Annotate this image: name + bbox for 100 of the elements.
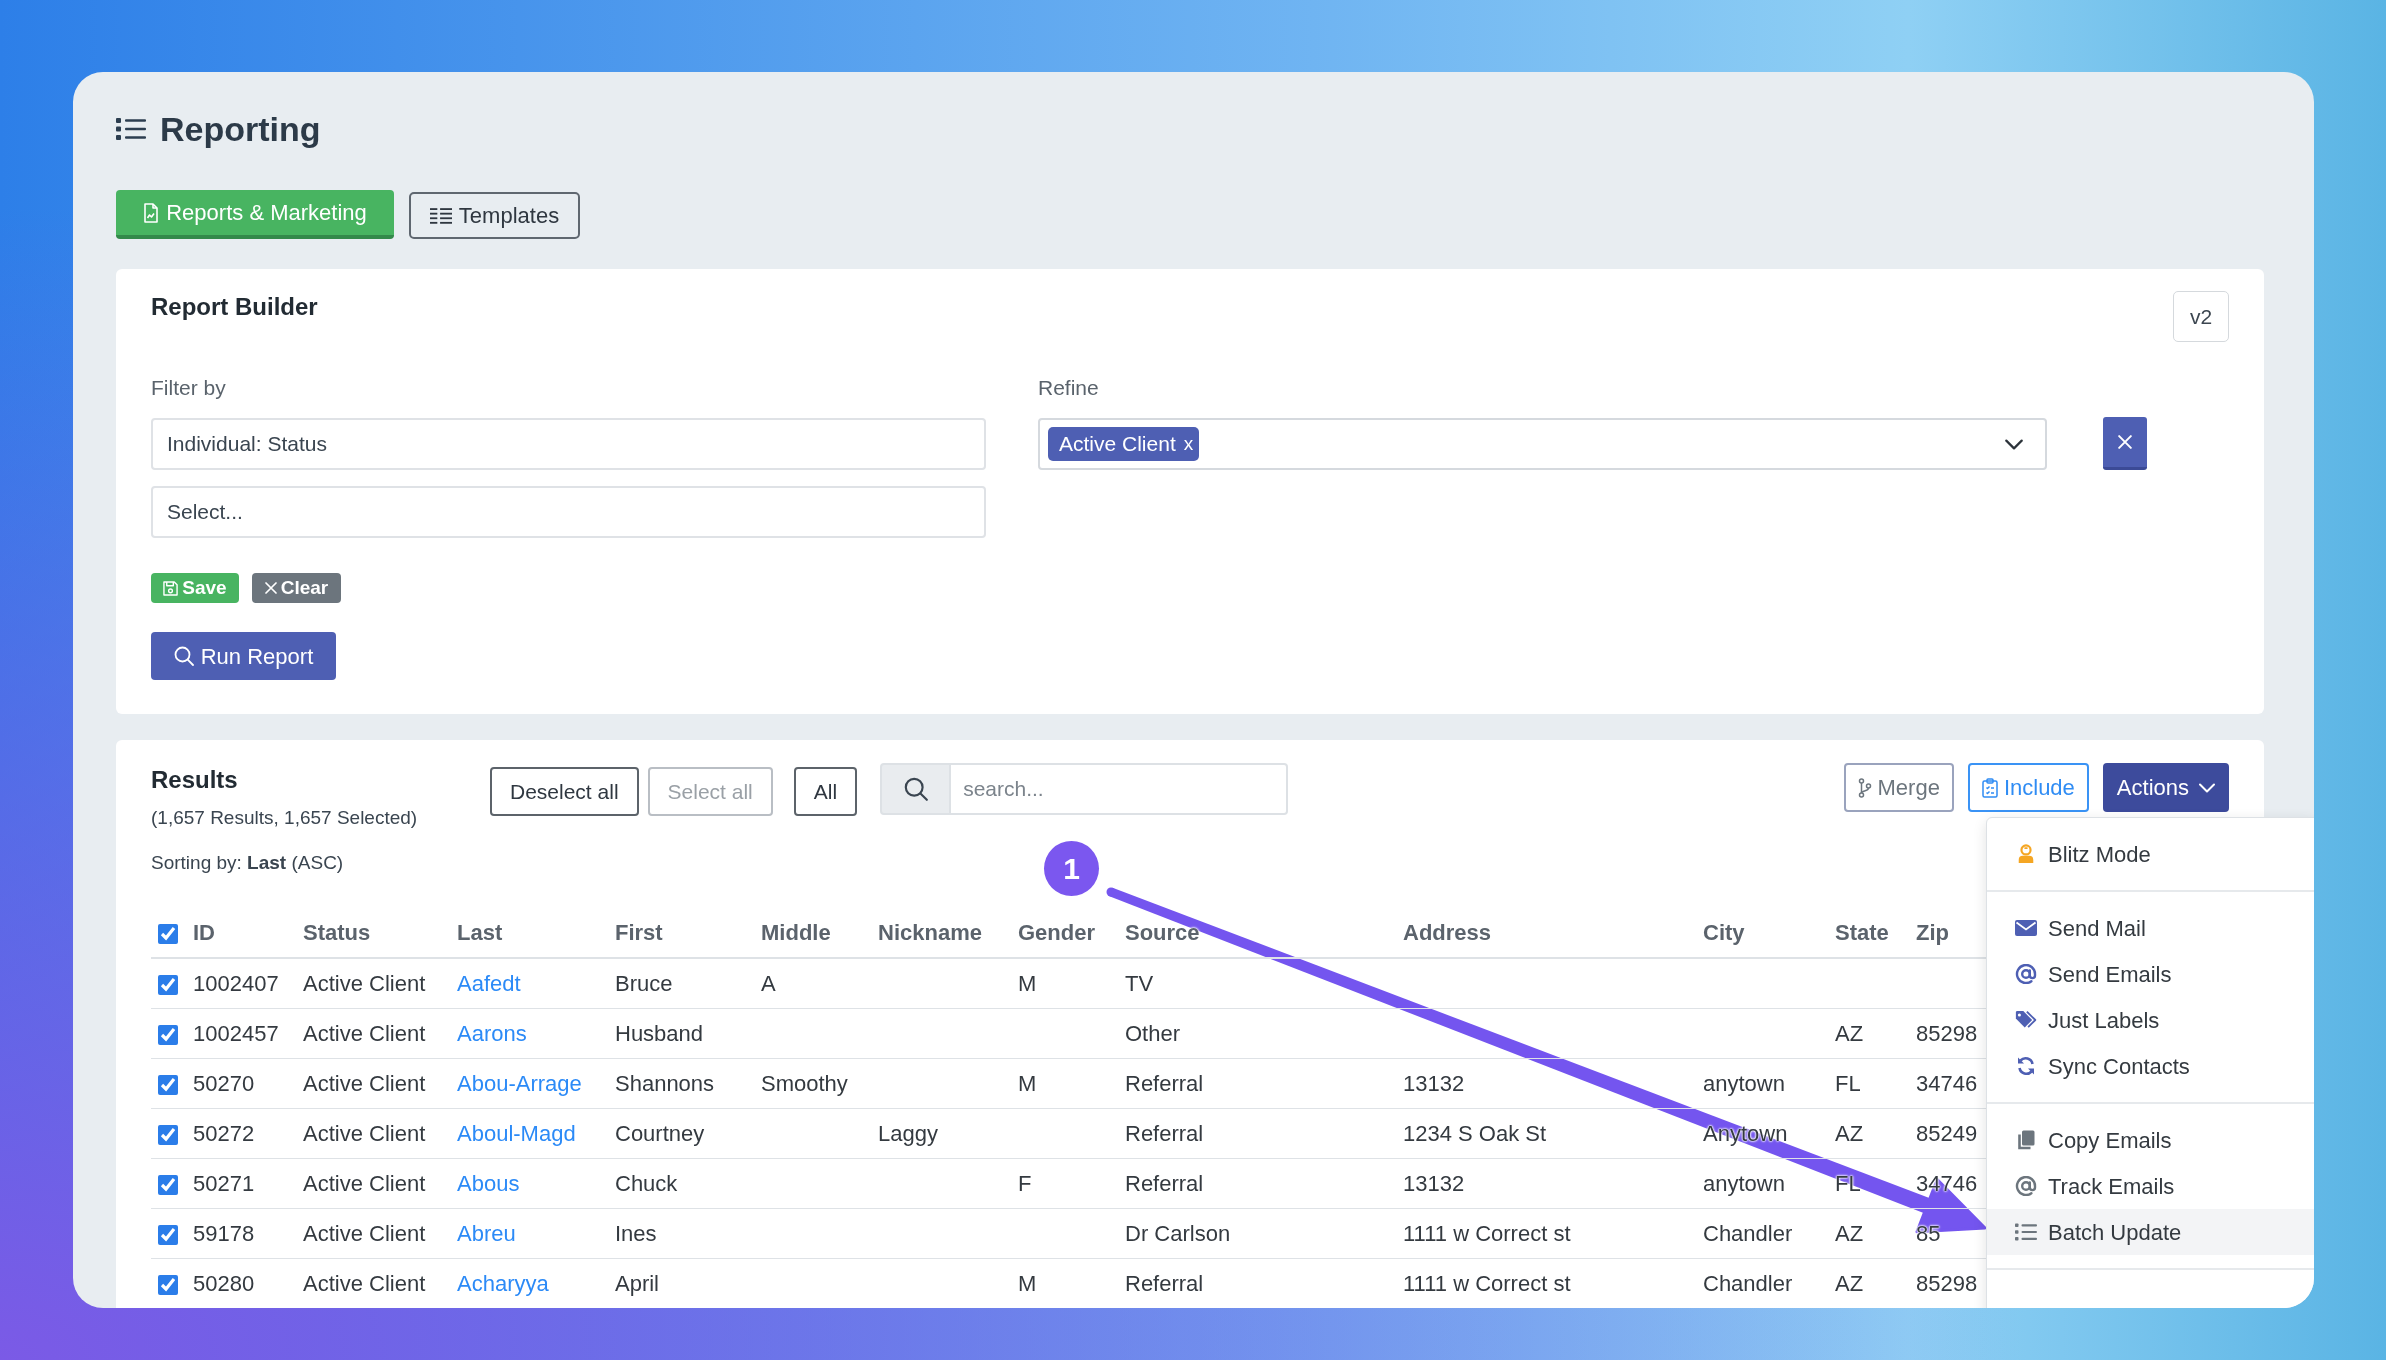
table-cell: Active Client xyxy=(297,1058,451,1108)
menu-item[interactable]: Send Mail xyxy=(1987,905,2314,951)
menu-item[interactable]: Track Emails xyxy=(1987,1163,2314,1209)
table-cell: Active Client xyxy=(297,1208,451,1258)
table-cell: AZ xyxy=(1829,1108,1910,1158)
row-checkbox[interactable] xyxy=(158,1174,178,1195)
table-cell: Active Client xyxy=(297,1158,451,1208)
table-cell: 1002407 xyxy=(187,958,297,1008)
tab[interactable]: Templates xyxy=(409,192,580,239)
column-header: Middle xyxy=(755,908,872,958)
table-cell: Dr Carlson xyxy=(1119,1208,1397,1258)
table-cell: Bruce xyxy=(609,958,755,1008)
column-header: State xyxy=(1829,908,1910,958)
table-cell: 50280 xyxy=(187,1258,297,1308)
name-link[interactable]: Abous xyxy=(457,1170,520,1196)
name-link[interactable]: Aafedt xyxy=(457,970,521,996)
table-cell: Ines xyxy=(609,1208,755,1258)
table-cell: Chandler xyxy=(1697,1208,1829,1258)
page-title: Reporting xyxy=(160,109,321,149)
columns-icon xyxy=(429,207,452,224)
version-button[interactable]: v2 xyxy=(2173,291,2229,342)
chevron-down-icon xyxy=(2199,782,2215,793)
table-cell: M xyxy=(1012,958,1119,1008)
table-cell: Active Client xyxy=(297,1108,451,1158)
table-cell: Active Client xyxy=(297,1008,451,1058)
run-report-button[interactable]: Run Report xyxy=(151,632,336,680)
name-link[interactable]: Acharyya xyxy=(457,1270,549,1296)
select-all-checkbox[interactable] xyxy=(158,924,178,945)
branch-icon xyxy=(1857,777,1872,798)
clear-button[interactable]: Clear xyxy=(252,573,341,603)
refine-select[interactable]: Active Client x xyxy=(1038,418,2047,470)
menu-item[interactable]: Batch Update xyxy=(1987,1209,2314,1255)
column-header: Address xyxy=(1397,908,1697,958)
table-cell: 13132 xyxy=(1397,1158,1697,1208)
table-cell: Laggy xyxy=(872,1108,1012,1158)
menu-item[interactable]: Blitz Mode xyxy=(1987,831,2314,877)
table-cell: Referral xyxy=(1119,1258,1397,1308)
table-cell: Other xyxy=(1119,1008,1397,1058)
tag-remove-button[interactable]: x xyxy=(1183,429,1194,459)
save-icon xyxy=(163,580,179,596)
column-header: Nickname xyxy=(872,908,1012,958)
name-link[interactable]: Aarons xyxy=(457,1020,527,1046)
table-cell: Referral xyxy=(1119,1058,1397,1108)
row-checkbox[interactable] xyxy=(158,1024,178,1045)
table-cell: FL xyxy=(1829,1158,1910,1208)
column-header: Source xyxy=(1119,908,1397,958)
table-cell: 85249 xyxy=(1910,1108,1986,1158)
row-checkbox[interactable] xyxy=(158,1074,178,1095)
close-icon xyxy=(264,582,277,594)
row-checkbox[interactable] xyxy=(158,1274,178,1295)
table-cell: 50272 xyxy=(187,1108,297,1158)
close-icon xyxy=(2118,435,2132,449)
name-link[interactable]: Abreu xyxy=(457,1220,516,1246)
select-button[interactable]: Deselect all xyxy=(490,767,639,816)
merge-button[interactable]: Merge xyxy=(1843,763,1954,812)
table-cell: Shannons xyxy=(609,1058,755,1108)
table-cell: 1234 S Oak St xyxy=(1397,1108,1697,1158)
table-cell: Courtney xyxy=(609,1108,755,1158)
table-cell: A xyxy=(755,958,872,1008)
row-checkbox[interactable] xyxy=(158,1124,178,1145)
column-header: Zip xyxy=(1910,908,1986,958)
include-button[interactable]: Include xyxy=(1967,763,2089,812)
search-icon xyxy=(903,777,928,801)
table-cell: Referral xyxy=(1119,1158,1397,1208)
column-header: First xyxy=(609,908,755,958)
menu-item[interactable]: Just Labels xyxy=(1987,997,2314,1043)
table-cell: anytown xyxy=(1697,1058,1829,1108)
section-title: Report Builder xyxy=(151,292,318,322)
table-cell: AZ xyxy=(1829,1208,1910,1258)
row-checkbox[interactable] xyxy=(158,974,178,995)
table-cell: 1111 w Correct st xyxy=(1397,1258,1697,1308)
table-cell: Husband xyxy=(609,1008,755,1058)
table-cell: M xyxy=(1012,1258,1119,1308)
column-header: Status xyxy=(297,908,451,958)
table-cell: Chuck xyxy=(609,1158,755,1208)
search-icon xyxy=(173,646,194,666)
tag-label: Active Client xyxy=(1059,431,1176,458)
menu-item[interactable]: Send Emails xyxy=(1987,951,2314,997)
table-cell: AZ xyxy=(1829,1258,1910,1308)
table-cell: 1002457 xyxy=(187,1008,297,1058)
column-header: ID xyxy=(187,908,297,958)
table-cell: Smoothy xyxy=(755,1058,872,1108)
menu-item[interactable]: Copy Emails xyxy=(1987,1117,2314,1163)
search-field[interactable]: search... xyxy=(951,763,1289,815)
table-cell: TV xyxy=(1119,958,1397,1008)
name-link[interactable]: Aboul-Magd xyxy=(457,1120,576,1146)
name-link[interactable]: Abou-Arrage xyxy=(457,1070,582,1096)
filter-field[interactable]: Select... xyxy=(151,486,986,538)
list-icon xyxy=(116,117,146,141)
row-checkbox[interactable] xyxy=(158,1224,178,1245)
menu-item[interactable]: Sync Contacts xyxy=(1987,1043,2314,1089)
table-cell: 50270 xyxy=(187,1058,297,1108)
table-cell: Referral xyxy=(1119,1108,1397,1158)
filter-field[interactable]: Individual: Status xyxy=(151,418,986,470)
column-header: City xyxy=(1697,908,1829,958)
clear-refine-button[interactable] xyxy=(2103,417,2147,470)
results-count: (1,657 Results, 1,657 Selected) xyxy=(151,806,419,830)
select-button[interactable]: All xyxy=(793,767,858,816)
column-header: Last xyxy=(451,908,609,958)
actions-button[interactable]: Actions xyxy=(2102,763,2229,812)
